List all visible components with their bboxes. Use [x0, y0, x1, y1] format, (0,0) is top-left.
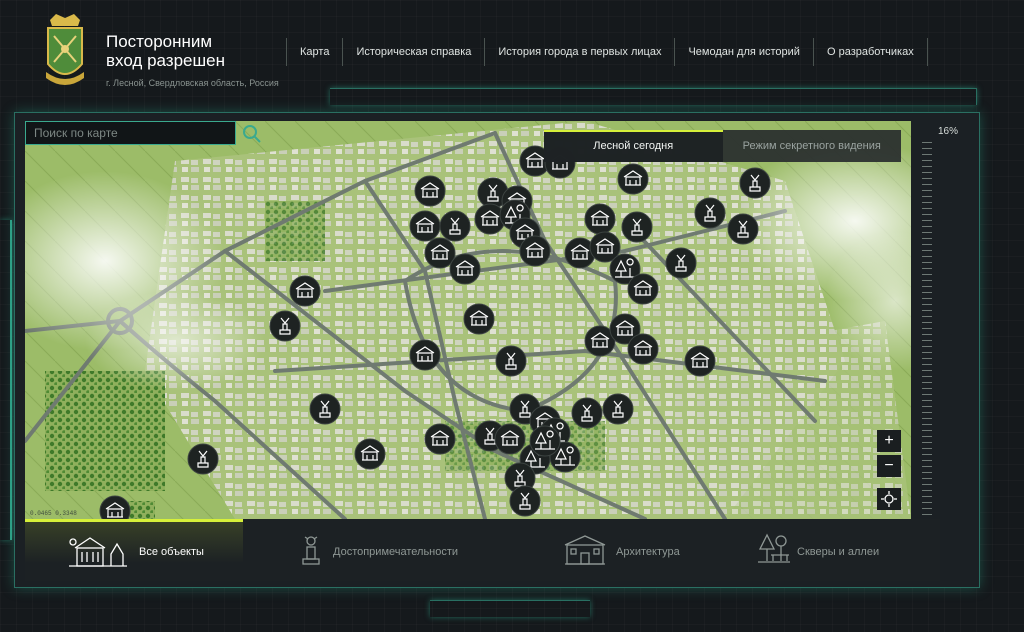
marker-circle	[309, 393, 341, 425]
marker-circle	[617, 163, 649, 195]
marker-circle	[289, 275, 321, 307]
category-parks[interactable]: Скверы и аллеи	[755, 519, 935, 581]
all-objects-icon	[69, 537, 127, 567]
map-canvas	[25, 121, 911, 519]
marker-circle	[424, 237, 456, 269]
map-marker[interactable]	[621, 211, 653, 243]
site-header: Посторонним вход разрешен г. Лесной, Све…	[0, 0, 1024, 96]
frame-bottom-line	[430, 600, 590, 617]
search-input[interactable]	[26, 122, 235, 144]
map-marker[interactable]	[494, 423, 526, 455]
category-all-objects[interactable]: Все объекты	[25, 519, 243, 581]
marker-circle	[495, 345, 527, 377]
marker-circle	[621, 211, 653, 243]
category-sights[interactable]: Достопримечательности	[295, 519, 495, 581]
site-subtitle: г. Лесной, Свердловская область, Россия	[106, 78, 279, 88]
map-marker[interactable]	[449, 253, 481, 285]
nav-item-map[interactable]: Карта	[286, 38, 342, 66]
marker-circle	[665, 247, 697, 279]
map-marker[interactable]	[424, 423, 456, 455]
building-icon	[564, 535, 606, 565]
marker-circle	[694, 197, 726, 229]
marker-circle	[494, 423, 526, 455]
marker-circle	[584, 203, 616, 235]
marker-circle	[187, 443, 219, 475]
marker-circle	[739, 167, 771, 199]
marker-circle	[602, 393, 634, 425]
map-marker[interactable]	[463, 303, 495, 335]
map-marker[interactable]	[409, 339, 441, 371]
category-architecture-label: Архитектура	[616, 546, 680, 558]
search-icon[interactable]	[241, 123, 263, 145]
frame-left-line	[0, 220, 12, 540]
map-marker[interactable]	[694, 197, 726, 229]
category-parks-label: Скверы и аллеи	[797, 546, 880, 558]
map-marker[interactable]	[602, 393, 634, 425]
marker-circle	[354, 438, 386, 470]
marker-circle	[571, 397, 603, 429]
map-marker[interactable]	[509, 485, 541, 517]
map-marker[interactable]	[414, 175, 446, 207]
map-mode-switch: Лесной сегодня Режим секретного видения	[544, 130, 901, 162]
map-marker[interactable]	[309, 393, 341, 425]
marker-circle	[439, 210, 471, 242]
map-marker[interactable]	[439, 210, 471, 242]
city-map[interactable]	[25, 121, 911, 519]
zoom-ruler[interactable]	[922, 142, 932, 526]
zoom-in-button[interactable]: +	[877, 430, 901, 452]
nav-item-suitcase[interactable]: Чемодан для историй	[674, 38, 813, 66]
category-bar: Все объекты Достопримечательности Архите…	[25, 519, 940, 581]
marker-circle	[627, 333, 659, 365]
map-marker[interactable]	[684, 345, 716, 377]
mode-today-button[interactable]: Лесной сегодня	[544, 130, 723, 162]
map-marker[interactable]	[627, 273, 659, 305]
map-marker[interactable]	[495, 345, 527, 377]
map-marker[interactable]	[739, 167, 771, 199]
marker-circle	[409, 210, 441, 242]
map-marker[interactable]	[269, 310, 301, 342]
frame-top-line	[330, 88, 977, 105]
zoom-level: 16%	[938, 126, 959, 137]
site-title[interactable]: Посторонним вход разрешен	[106, 32, 225, 70]
mode-secret-vision-button[interactable]: Режим секретного видения	[723, 130, 902, 162]
zoom-out-button[interactable]: −	[877, 455, 901, 477]
main-nav: Карта Историческая справка История город…	[286, 38, 928, 66]
marker-circle	[449, 253, 481, 285]
map-marker[interactable]	[571, 397, 603, 429]
map-marker[interactable]	[529, 425, 561, 457]
marker-circle	[424, 423, 456, 455]
nav-item-developers[interactable]: О разработчиках	[812, 38, 928, 66]
locate-icon[interactable]	[877, 488, 901, 510]
marker-circle	[269, 310, 301, 342]
park-icon	[758, 533, 790, 563]
category-all-objects-label: Все объекты	[139, 546, 204, 558]
marker-circle	[409, 339, 441, 371]
map-search	[25, 121, 236, 145]
category-sights-label: Достопримечательности	[333, 546, 459, 558]
map-marker[interactable]	[617, 163, 649, 195]
category-architecture[interactable]: Архитектура	[561, 519, 721, 581]
marker-circle	[414, 175, 446, 207]
monument-icon	[302, 536, 320, 565]
marker-circle	[627, 273, 659, 305]
nav-item-first-person[interactable]: История города в первых лицах	[484, 38, 674, 66]
map-marker[interactable]	[627, 333, 659, 365]
map-marker[interactable]	[519, 235, 551, 267]
city-crest-logo[interactable]	[40, 12, 90, 92]
marker-circle	[519, 235, 551, 267]
map-marker[interactable]	[584, 203, 616, 235]
map-marker[interactable]	[424, 237, 456, 269]
map-marker[interactable]	[727, 213, 759, 245]
marker-circle	[463, 303, 495, 335]
map-marker[interactable]	[354, 438, 386, 470]
marker-circle	[509, 485, 541, 517]
map-marker[interactable]	[289, 275, 321, 307]
map-coordinates: 0.0465 0.3348	[30, 510, 77, 517]
marker-circle	[684, 345, 716, 377]
map-marker[interactable]	[665, 247, 697, 279]
map-marker[interactable]	[409, 210, 441, 242]
map-marker[interactable]	[187, 443, 219, 475]
nav-item-history[interactable]: Историческая справка	[342, 38, 484, 66]
marker-circle	[727, 213, 759, 245]
